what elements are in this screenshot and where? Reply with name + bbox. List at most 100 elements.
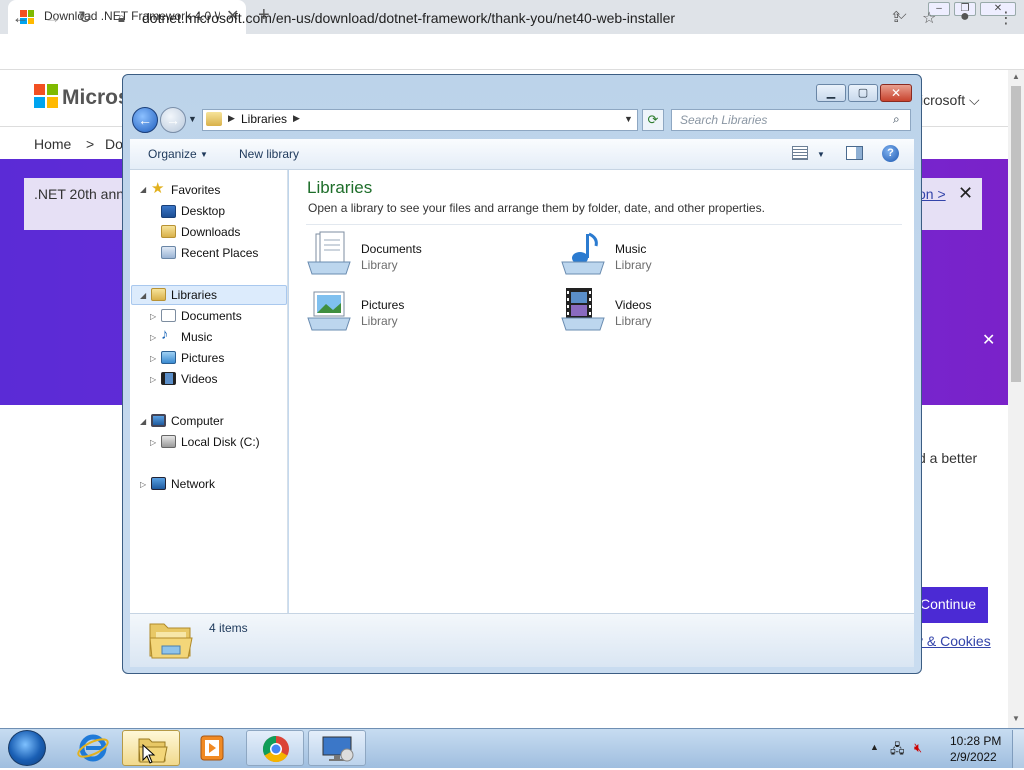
chrome-taskbar-button[interactable] xyxy=(246,730,304,766)
reload-icon[interactable]: ↻ xyxy=(78,8,92,28)
scrollbar-thumb[interactable] xyxy=(1011,86,1021,382)
continue-button[interactable]: Continue xyxy=(912,587,988,623)
breadcrumb-arrow-icon[interactable]: ▶ xyxy=(293,113,300,124)
dialog-close-icon[interactable]: ✕ xyxy=(982,330,995,350)
recent-pages-dropdown-icon[interactable]: ▼ xyxy=(188,114,197,124)
clock-time[interactable]: 10:28 PM xyxy=(950,734,1001,748)
show-desktop-button[interactable] xyxy=(1012,730,1024,768)
tile-pictures-name: Pictures xyxy=(361,298,405,312)
nav-item-pictures[interactable]: Pictures xyxy=(181,351,224,365)
computer-icon xyxy=(151,414,166,427)
back-arrow-icon[interactable]: ← xyxy=(12,8,29,28)
monitor-icon xyxy=(322,736,354,762)
documents-library-icon xyxy=(307,231,351,275)
desktop-icon xyxy=(161,205,176,218)
libraries-folder-icon xyxy=(149,623,193,659)
expand-pictures-icon[interactable]: ▷ xyxy=(150,354,156,363)
scroll-up-icon[interactable]: ▲ xyxy=(1012,72,1020,81)
tile-videos-name: Videos xyxy=(615,298,652,312)
remote-desktop-taskbar-button[interactable] xyxy=(308,730,366,766)
tile-pictures-type: Library xyxy=(361,314,398,328)
explorer-maximize-button[interactable]: ▢ xyxy=(848,84,878,102)
search-icon[interactable]: ⌕ xyxy=(893,112,900,127)
help-icon[interactable]: ? xyxy=(882,145,899,162)
share-icon[interactable]: ⇪ xyxy=(890,8,903,26)
preview-pane-icon[interactable] xyxy=(846,146,863,160)
nav-item-network[interactable]: Network xyxy=(171,477,215,491)
lock-icon[interactable]: 🔒︎ xyxy=(118,10,125,26)
nav-item-favorites[interactable]: Favorites xyxy=(171,183,220,197)
nav-item-computer[interactable]: Computer xyxy=(171,414,224,428)
expand-local-disk-icon[interactable]: ▷ xyxy=(150,438,156,447)
clock-date[interactable]: 2/9/2022 xyxy=(950,750,997,764)
scroll-down-icon[interactable]: ▼ xyxy=(1012,714,1020,723)
tile-music-name: Music xyxy=(615,242,647,256)
expand-network-icon[interactable]: ▷ xyxy=(140,480,146,489)
breadcrumb-home-link[interactable]: Home xyxy=(34,136,71,152)
address-bar[interactable]: dotnet.microsoft.com/en-us/download/dotn… xyxy=(142,10,675,26)
new-library-button[interactable]: New library xyxy=(239,147,299,161)
breadcrumb-download-link[interactable]: Do xyxy=(105,136,123,152)
divider xyxy=(306,224,902,225)
nav-item-downloads[interactable]: Downloads xyxy=(181,225,240,239)
microsoft-logo-icon[interactable] xyxy=(34,84,58,108)
address-dropdown-icon[interactable]: ▼ xyxy=(624,114,633,124)
music-icon: ♪ xyxy=(161,326,169,343)
organize-dropdown-icon[interactable]: ▼ xyxy=(200,150,208,159)
tile-documents-name: Documents xyxy=(361,242,422,256)
videos-library-icon xyxy=(561,288,605,331)
nav-item-desktop[interactable]: Desktop xyxy=(181,204,225,218)
item-count: 4 items xyxy=(209,621,248,635)
documents-icon xyxy=(161,309,176,322)
expand-computer-icon[interactable]: ◢ xyxy=(140,417,146,426)
explorer-minimize-button[interactable]: ▁ xyxy=(816,84,846,102)
libraries-icon xyxy=(151,288,166,301)
view-options-dropdown-icon[interactable]: ▼ xyxy=(817,150,825,159)
media-player-taskbar-button[interactable] xyxy=(183,730,241,766)
start-button-windows-icon[interactable] xyxy=(8,730,46,766)
account-menu[interactable]: icrosoft ⌵ xyxy=(920,92,980,109)
internet-explorer-taskbar-button[interactable] xyxy=(64,730,122,766)
nav-item-local-disk[interactable]: Local Disk (C:) xyxy=(181,435,260,449)
media-player-icon xyxy=(200,735,224,761)
expand-documents-icon[interactable]: ▷ xyxy=(150,312,156,321)
nav-item-recent-places[interactable]: Recent Places xyxy=(181,246,258,260)
recent-places-icon xyxy=(161,246,176,259)
internet-explorer-icon xyxy=(77,734,109,762)
videos-icon xyxy=(161,372,176,385)
explorer-forward-icon[interactable]: → xyxy=(160,107,186,133)
address-libraries-crumb[interactable]: Libraries xyxy=(241,112,287,126)
expand-favorites-icon[interactable]: ◢ xyxy=(140,185,146,194)
breadcrumb-arrow-icon[interactable]: ▶ xyxy=(228,113,235,124)
network-tray-icon[interactable]: 🖧︎ xyxy=(890,740,905,762)
nav-item-libraries[interactable]: Libraries xyxy=(171,288,217,302)
pictures-library-icon xyxy=(307,291,351,331)
explorer-back-icon[interactable]: ← xyxy=(132,107,158,133)
announcement-close-icon[interactable]: ✕ xyxy=(958,183,973,204)
explorer-close-button[interactable]: ✕ xyxy=(880,84,912,102)
expand-music-icon[interactable]: ▷ xyxy=(150,333,156,342)
volume-muted-icon[interactable]: 🔇︎ xyxy=(914,740,922,756)
refresh-icon[interactable]: ⟳ xyxy=(642,109,664,131)
downloads-icon xyxy=(161,225,176,238)
tile-music-type: Library xyxy=(615,258,652,272)
privacy-cookies-link[interactable]: y & Cookies xyxy=(916,633,991,649)
nav-item-documents[interactable]: Documents xyxy=(181,309,242,323)
body-text: d a better xyxy=(918,450,978,466)
nav-item-music[interactable]: Music xyxy=(181,330,212,344)
expand-videos-icon[interactable]: ▷ xyxy=(150,375,156,384)
bookmark-star-icon[interactable]: ☆ xyxy=(922,8,936,28)
page-title: Libraries xyxy=(307,178,373,197)
announcement-link[interactable]: on > xyxy=(918,186,946,202)
tile-documents-type: Library xyxy=(361,258,398,272)
mouse-cursor-icon xyxy=(142,744,156,764)
nav-item-videos[interactable]: Videos xyxy=(181,372,217,386)
menu-kebab-icon[interactable]: ⋮ xyxy=(998,8,1014,28)
expand-libraries-icon[interactable]: ◢ xyxy=(140,291,146,300)
profile-avatar-icon[interactable]: ● xyxy=(960,8,970,26)
network-icon xyxy=(151,477,166,490)
change-view-icon[interactable] xyxy=(792,146,808,160)
organize-button[interactable]: Organize xyxy=(148,147,197,161)
forward-arrow-icon[interactable]: → xyxy=(44,8,61,28)
show-hidden-icons-icon[interactable]: ▲ xyxy=(870,742,879,752)
